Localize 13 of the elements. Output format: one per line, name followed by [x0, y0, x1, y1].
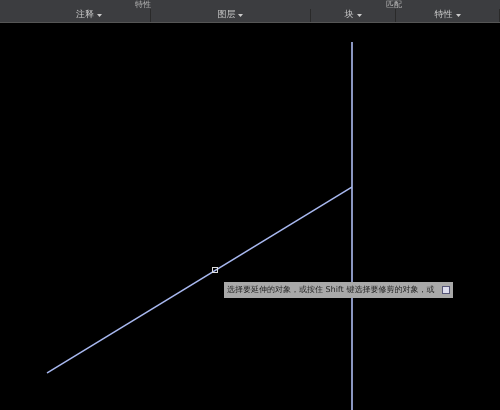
match-label[interactable]: 匹配: [386, 0, 402, 9]
tooltip-text: 选择要延伸的对象，或按住 Shift 键选择要修剪的对象，或: [227, 286, 434, 294]
panel-title[interactable]: 块: [344, 10, 354, 20]
panel-title[interactable]: 注释: [76, 10, 94, 20]
caret-icon: [96, 14, 102, 17]
caret-icon: [238, 14, 244, 17]
panel-title[interactable]: 特性: [434, 10, 453, 20]
panel-title[interactable]: 图层: [217, 10, 236, 20]
caret-icon: [356, 14, 362, 17]
grip-marker[interactable]: [212, 267, 218, 273]
caret-icon: [456, 14, 461, 17]
properties-label[interactable]: 特性: [135, 0, 151, 9]
expand-icon[interactable]: [442, 286, 450, 294]
